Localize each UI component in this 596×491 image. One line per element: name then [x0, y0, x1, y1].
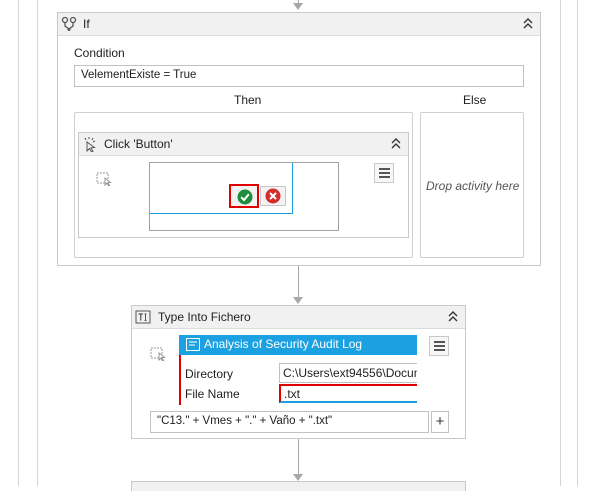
cancel-x-icon [265, 188, 281, 204]
preview-window-title: Analysis of Security Audit Log [204, 337, 363, 351]
if-branch-icon [61, 16, 77, 31]
sequence-right-rail [577, 0, 578, 486]
add-text-button[interactable]: + [431, 411, 449, 433]
connector-line [298, 266, 299, 300]
else-label: Else [463, 93, 487, 107]
preview-blue-line [150, 213, 292, 214]
directory-field: C:\Users\ext94556\Docum [279, 363, 417, 383]
else-drop-placeholder: Drop activity here [426, 179, 520, 193]
if-activity-title: If [83, 17, 90, 31]
sequence-inner-right-rail [560, 0, 561, 486]
condition-input[interactable]: VelementExiste = True [74, 65, 524, 87]
click-target-preview [149, 162, 339, 231]
connector-arrow-icon [293, 297, 303, 304]
collapse-if-icon[interactable] [522, 17, 534, 31]
then-branch[interactable]: Click 'Button' [74, 112, 413, 258]
sequence-left-rail [18, 0, 19, 486]
window-app-icon [186, 338, 200, 351]
indicate-element-icon[interactable] [150, 345, 166, 361]
preview-window-titlebar: Analysis of Security Audit Log [179, 335, 417, 355]
text-expression-input[interactable]: "C13." + Vmes + "." + Vaño + ".txt" [150, 411, 429, 433]
indicate-element-icon[interactable] [96, 170, 112, 186]
file-name-label: File Name [185, 387, 240, 401]
collapse-type-into-icon[interactable] [447, 310, 459, 324]
directory-label: Directory [185, 367, 234, 381]
file-name-field-selected: .txt [279, 384, 417, 403]
if-activity-header[interactable]: If [58, 13, 540, 36]
type-into-options-menu-button[interactable] [429, 336, 449, 356]
next-activity-top-edge[interactable] [131, 481, 466, 491]
ok-check-icon [237, 189, 253, 205]
click-activity-title: Click 'Button' [104, 137, 173, 151]
click-activity-header[interactable]: Click 'Button' [79, 133, 408, 156]
connector-line [298, 439, 299, 477]
type-into-header[interactable]: Type Into Fichero [132, 306, 465, 329]
type-into-activity[interactable]: Type Into Fichero Analysis of Security A… [131, 305, 466, 439]
preview-cancel-button [260, 186, 286, 206]
preview-selection-edge [179, 355, 181, 405]
type-into-title: Type Into Fichero [158, 310, 251, 324]
else-branch-dropzone[interactable]: Drop activity here [420, 112, 524, 258]
connector-arrow-icon [293, 3, 303, 10]
click-pointer-icon [84, 137, 96, 152]
type-into-target-preview: Analysis of Security Audit Log Directory… [179, 335, 417, 405]
condition-label: Condition [74, 46, 125, 60]
if-activity[interactable]: If Condition VelementExiste = True Then … [57, 12, 541, 266]
collapse-click-icon[interactable] [390, 137, 402, 151]
click-options-menu-button[interactable] [374, 163, 394, 183]
preview-blue-edge [292, 163, 293, 214]
click-activity[interactable]: Click 'Button' [78, 132, 409, 238]
selected-ok-button [229, 184, 259, 208]
sequence-inner-left-rail [37, 0, 38, 486]
connector-arrow-icon [293, 474, 303, 481]
type-into-icon [135, 310, 151, 324]
then-label: Then [234, 93, 262, 107]
